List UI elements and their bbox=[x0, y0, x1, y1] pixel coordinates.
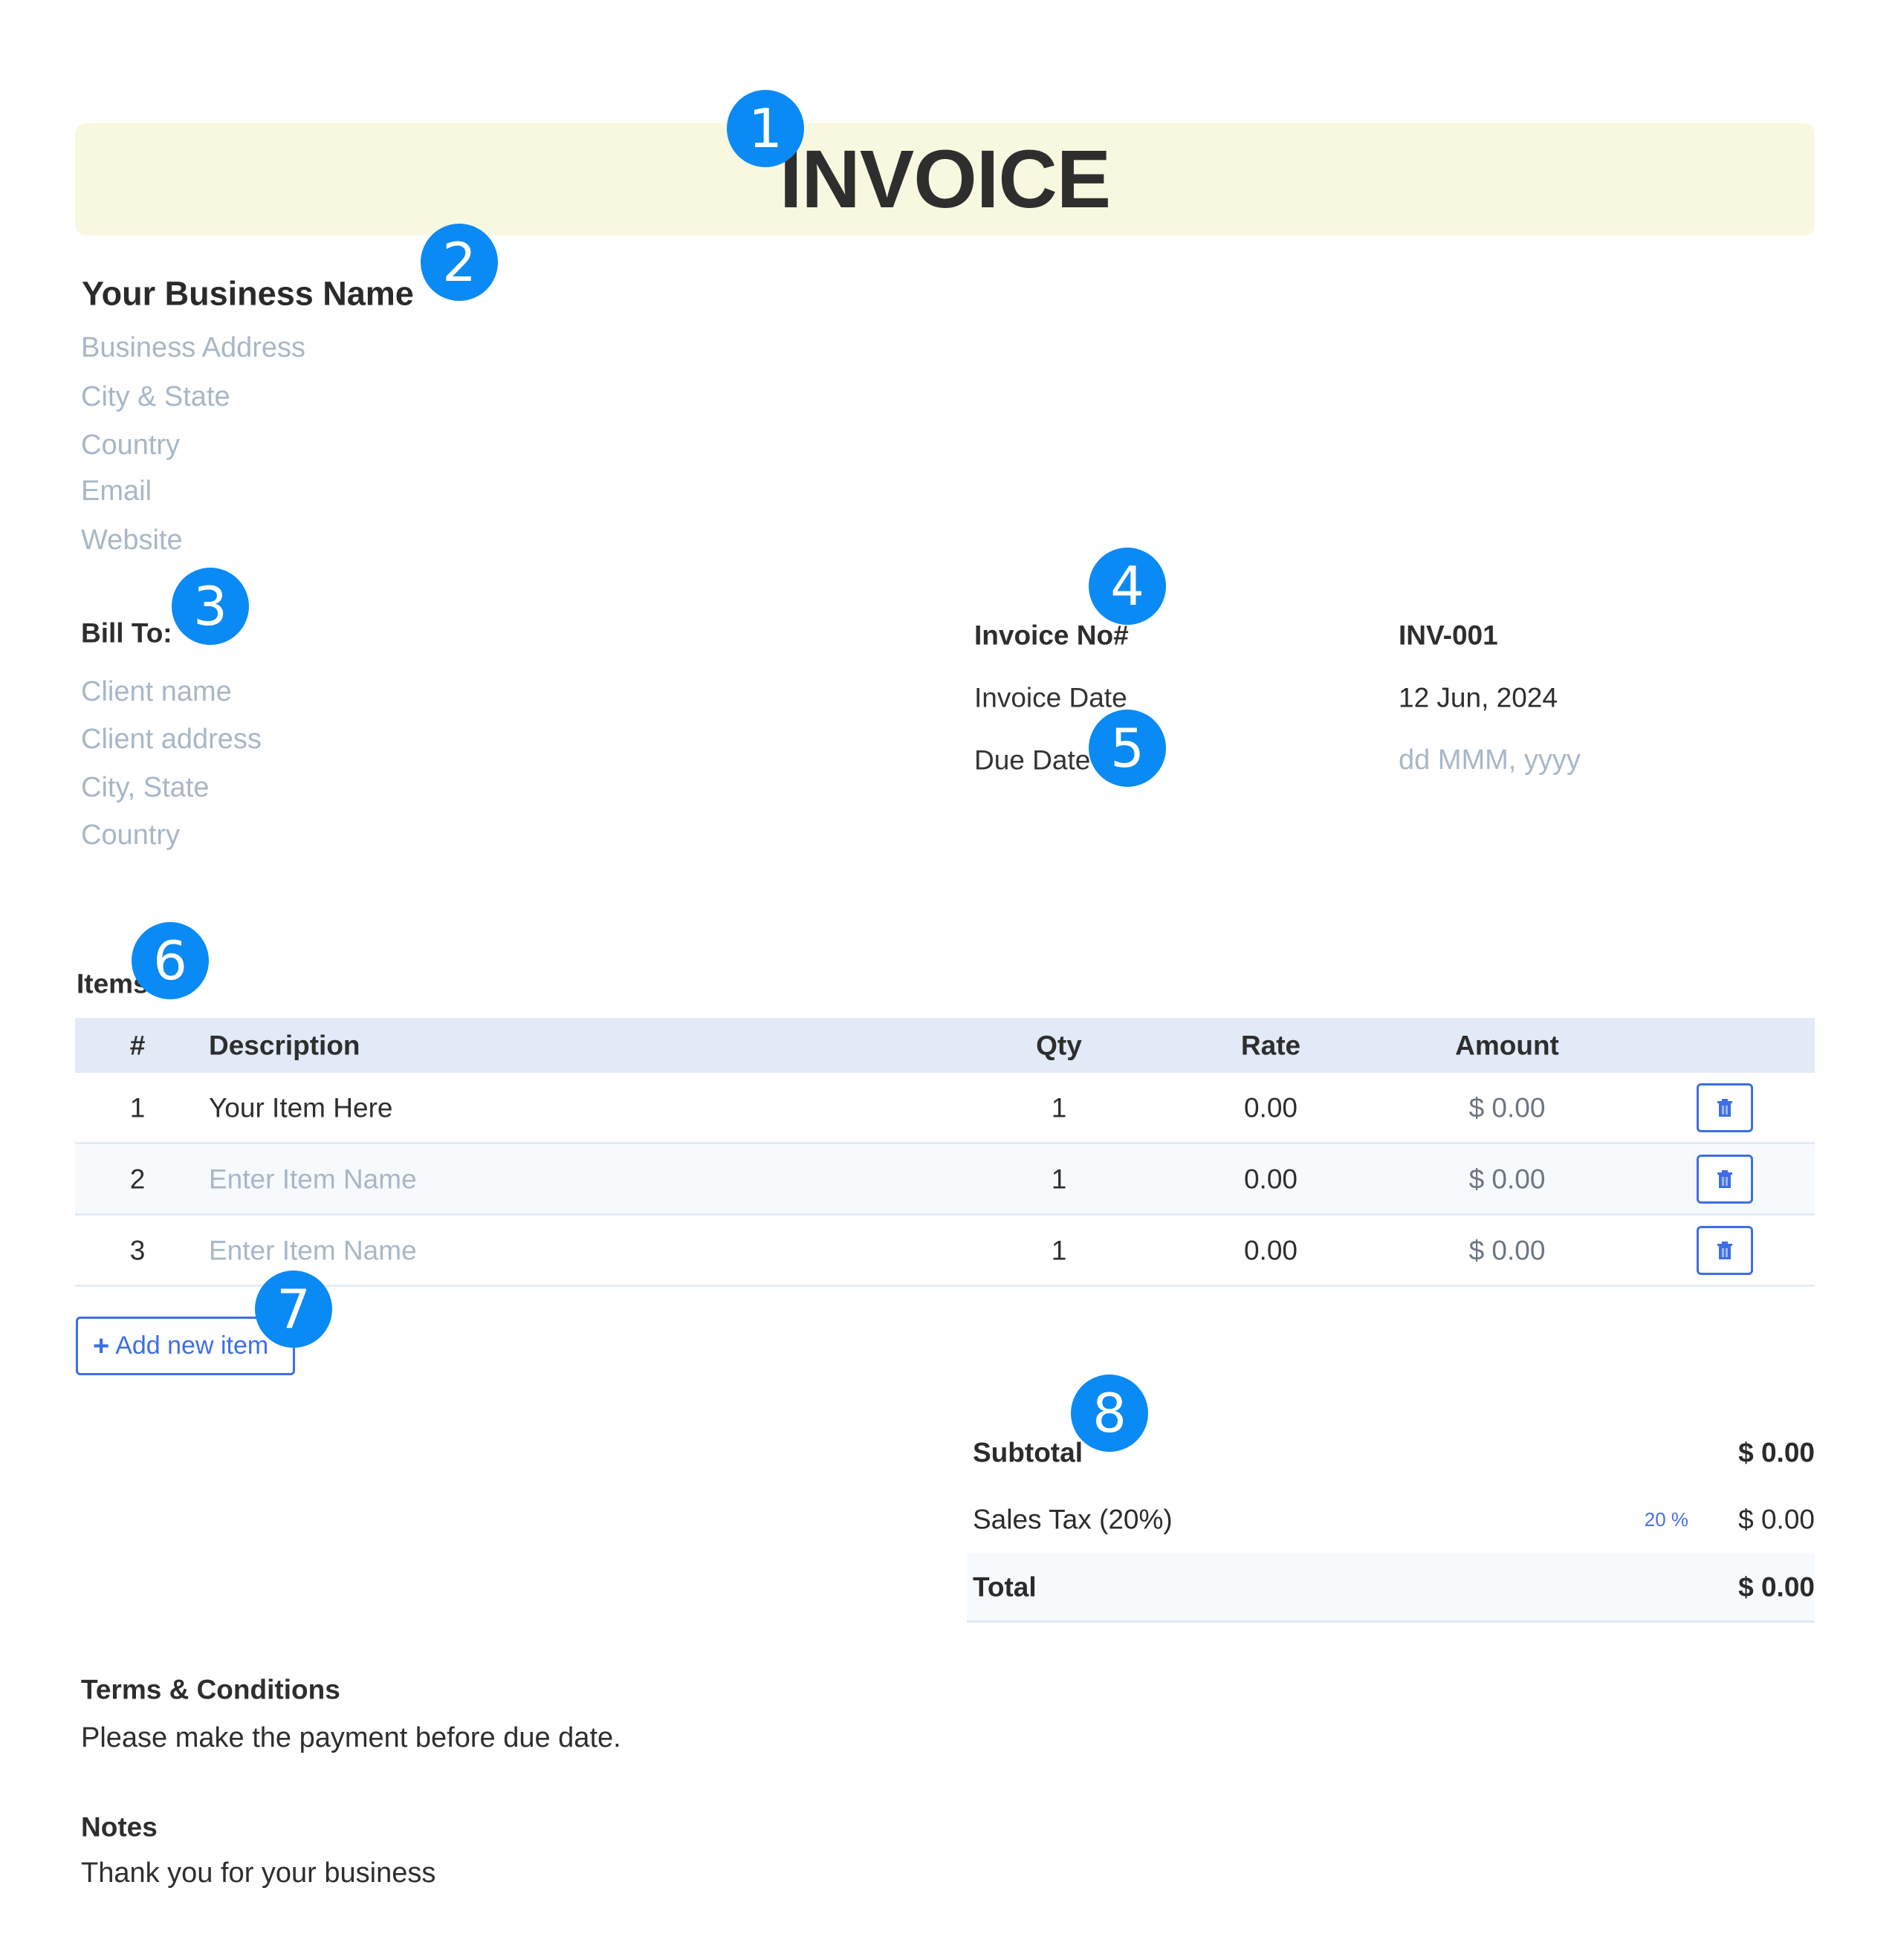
item-amount: $ 0.00 bbox=[1468, 1092, 1546, 1123]
table-row: 1 Your Item Here 1 0.00 $ 0.00 bbox=[75, 1073, 1815, 1144]
notes-text-field[interactable]: Thank you for your business bbox=[81, 1859, 435, 1887]
terms-heading: Terms & Conditions bbox=[81, 1674, 340, 1705]
client-country-field[interactable]: Country bbox=[81, 821, 180, 849]
table-row: 3 Enter Item Name 1 0.00 $ 0.00 bbox=[75, 1216, 1815, 1287]
business-website-field[interactable]: Website bbox=[81, 526, 183, 554]
due-date-field[interactable]: dd MMM, yyyy bbox=[1399, 746, 1581, 774]
trash-icon bbox=[1717, 1098, 1732, 1117]
items-table: # Description Qty Rate Amount 1 Your Ite… bbox=[75, 1018, 1815, 1287]
item-rate-field[interactable]: 0.00 bbox=[1159, 1165, 1382, 1192]
invoice-title: INVOICE bbox=[779, 133, 1111, 225]
sales-tax-label: Sales Tax (20%) bbox=[973, 1504, 1173, 1535]
bill-to-heading: Bill To: bbox=[81, 617, 172, 649]
column-header-description: Description bbox=[209, 1030, 360, 1061]
terms-text-field[interactable]: Please make the payment before due date. bbox=[81, 1724, 621, 1752]
item-amount: $ 0.00 bbox=[1468, 1164, 1546, 1194]
item-qty-field[interactable]: 1 bbox=[948, 1236, 1170, 1264]
business-name[interactable]: Your Business Name bbox=[82, 277, 414, 311]
annotation-badge: 3 bbox=[172, 568, 249, 645]
business-country-field[interactable]: Country bbox=[81, 431, 180, 459]
annotation-badge: 2 bbox=[421, 224, 498, 301]
trash-icon bbox=[1717, 1169, 1732, 1188]
column-header-amount: Amount bbox=[1455, 1030, 1559, 1061]
annotation-badge: 7 bbox=[255, 1271, 332, 1348]
annotation-badge: 1 bbox=[727, 90, 804, 167]
delete-item-button[interactable] bbox=[1697, 1225, 1753, 1275]
column-header-qty: Qty bbox=[1036, 1030, 1082, 1061]
subtotal-value: $ 0.00 bbox=[1738, 1437, 1815, 1468]
client-address-field[interactable]: Client address bbox=[81, 725, 262, 753]
annotation-badge: 8 bbox=[1071, 1375, 1148, 1452]
business-address-field[interactable]: Business Address bbox=[81, 334, 305, 362]
item-description-field[interactable]: Enter Item Name bbox=[209, 1165, 417, 1192]
delete-item-button[interactable] bbox=[1697, 1083, 1753, 1132]
total-row: Total $ 0.00 bbox=[967, 1553, 1815, 1623]
item-rate-field[interactable]: 0.00 bbox=[1159, 1236, 1382, 1264]
invoice-date-label: Invoice Date bbox=[974, 682, 1127, 713]
invoice-number-label: Invoice No# bbox=[974, 620, 1129, 651]
subtotal-label: Subtotal bbox=[973, 1437, 1083, 1468]
total-value: $ 0.00 bbox=[1738, 1571, 1815, 1602]
annotation-badge: 5 bbox=[1089, 710, 1166, 787]
invoice-header-banner: INVOICE bbox=[75, 123, 1815, 236]
business-email-field[interactable]: Email bbox=[81, 477, 152, 505]
annotation-badge: 4 bbox=[1089, 548, 1166, 625]
item-description-field[interactable]: Your Item Here bbox=[209, 1094, 392, 1121]
items-table-header: # Description Qty Rate Amount bbox=[75, 1018, 1815, 1073]
client-city-state-field[interactable]: City, State bbox=[81, 773, 209, 802]
table-row: 2 Enter Item Name 1 0.00 $ 0.00 bbox=[75, 1144, 1815, 1216]
business-city-state-field[interactable]: City & State bbox=[81, 383, 230, 411]
delete-item-button[interactable] bbox=[1697, 1154, 1753, 1204]
column-header-rate: Rate bbox=[1240, 1030, 1301, 1061]
sales-tax-row: Sales Tax (20%) 20 % $ 0.00 bbox=[967, 1486, 1815, 1553]
item-qty-field[interactable]: 1 bbox=[948, 1165, 1170, 1192]
item-rate-field[interactable]: 0.00 bbox=[1159, 1094, 1382, 1121]
annotation-badge: 6 bbox=[132, 922, 209, 999]
due-date-label: Due Date bbox=[974, 744, 1091, 776]
notes-heading: Notes bbox=[81, 1811, 158, 1843]
add-new-item-label: Add new item bbox=[115, 1331, 269, 1360]
item-qty-field[interactable]: 1 bbox=[948, 1094, 1170, 1121]
item-amount: $ 0.00 bbox=[1468, 1235, 1546, 1265]
invoice-date-field[interactable]: 12 Jun, 2024 bbox=[1399, 684, 1558, 712]
total-label: Total bbox=[973, 1571, 1037, 1602]
sales-tax-value: $ 0.00 bbox=[1738, 1504, 1815, 1535]
plus-icon: + bbox=[93, 1330, 110, 1362]
trash-icon bbox=[1717, 1241, 1732, 1259]
client-name-field[interactable]: Client name bbox=[81, 678, 232, 706]
item-description-field[interactable]: Enter Item Name bbox=[209, 1236, 417, 1264]
tax-rate-field[interactable]: 20 % bbox=[1645, 1510, 1688, 1529]
invoice-number-field[interactable]: INV-001 bbox=[1399, 622, 1498, 649]
totals-section: Subtotal $ 0.00 Sales Tax (20%) 20 % $ 0… bbox=[967, 1419, 1815, 1623]
